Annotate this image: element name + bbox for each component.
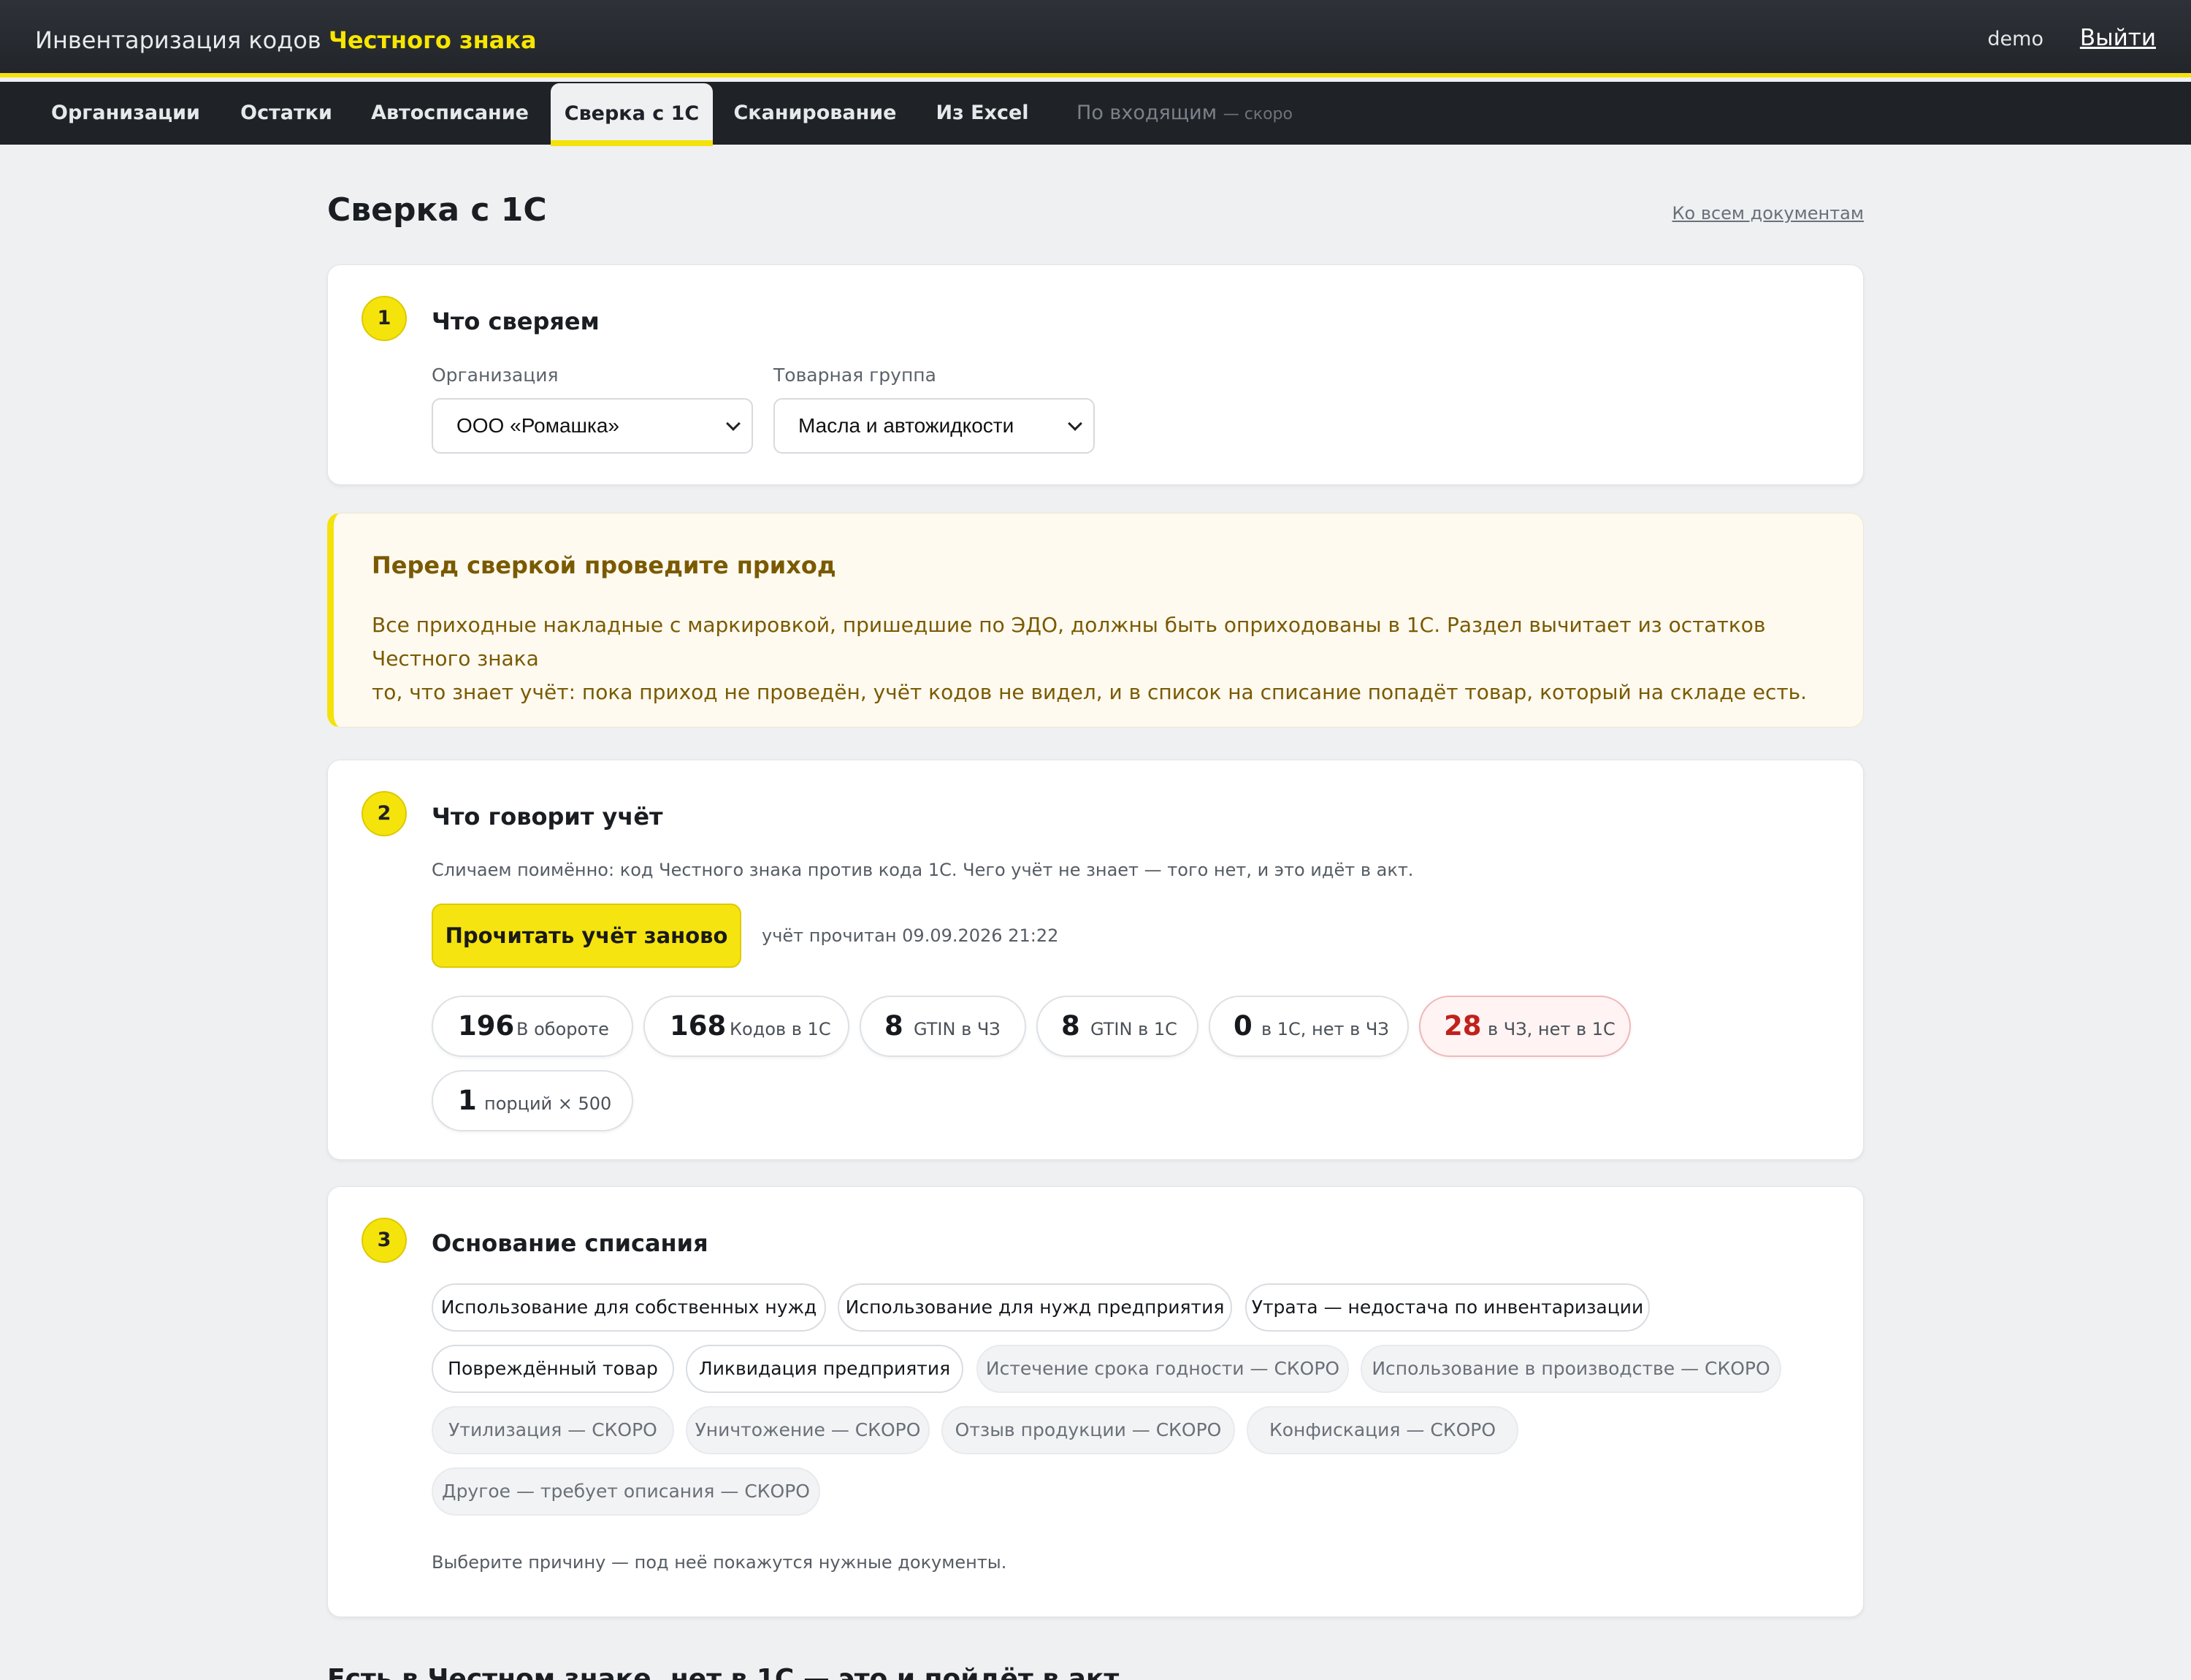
tab-auto-writeoff[interactable]: Автосписание (368, 82, 532, 145)
tab-from-excel[interactable]: Из Excel (929, 82, 1036, 145)
chevron-down-icon (1068, 416, 1082, 431)
step1-badge: 1 (362, 296, 407, 341)
stat-value: 8 (1061, 1010, 1080, 1042)
stat-label: в 1С, нет в ЧЗ (1261, 1019, 1389, 1039)
product-group-label: Товарная группа (773, 364, 936, 386)
tab-incoming-soon: — скоро (1223, 105, 1293, 123)
top-bar: Инвентаризация кодов Честного знака demo… (0, 0, 2191, 77)
tab-reconcile-1c[interactable]: Сверка с 1С (551, 83, 713, 146)
step2-card: 2 Что говорит учёт Сличаем поимённо: код… (327, 760, 1864, 1160)
current-user: demo (1987, 28, 2043, 50)
stat-portions: 1 порций × 500 (432, 1070, 633, 1131)
stat-label: в ЧЗ, нет в 1С (1488, 1019, 1615, 1039)
product-group-select-value: Масла и автожидкости (798, 414, 1014, 437)
stat-label: GTIN в 1С (1090, 1019, 1177, 1039)
reason-other-soon: Другое — требует описания — СКОРО (432, 1467, 820, 1516)
organization-select[interactable]: ООО «Ромашка» (432, 398, 753, 454)
stat-label: В обороте (516, 1019, 609, 1039)
stat-value: 0 (1234, 1010, 1253, 1042)
reason-liquidation[interactable]: Ликвидация предприятия (686, 1345, 963, 1393)
step1-card: 1 Что сверяем Организация ООО «Ромашка» … (327, 264, 1864, 485)
organization-select-value: ООО «Ромашка» (456, 414, 620, 437)
main-tabs: Организации Остатки Автосписание Сверка … (0, 82, 2191, 146)
tab-incoming: По входящим — скоро (1075, 82, 1294, 145)
reason-expiry-soon: Истечение срока годности — СКОРО (976, 1345, 1349, 1393)
read-status: учёт прочитан 09.09.2026 21:22 (762, 925, 1059, 946)
reason-hint: Выберите причину — под неё покажутся нуж… (432, 1552, 1007, 1573)
stat-in-chz-not-1c: 28 в ЧЗ, нет в 1С (1419, 996, 1631, 1057)
organization-label: Организация (432, 364, 559, 386)
reason-production-soon: Использование в производстве — СКОРО (1361, 1345, 1781, 1393)
stat-value: 1 (458, 1085, 477, 1116)
stat-value: 28 (1444, 1010, 1482, 1042)
next-section-title: Есть в Честном знаке, нет в 1С — это и п… (327, 1664, 1120, 1680)
reason-damaged[interactable]: Повреждённый товар (432, 1345, 674, 1393)
chevron-down-icon (726, 416, 741, 431)
logout-link[interactable]: Выйти (2080, 25, 2156, 51)
tab-scanning[interactable]: Сканирование (730, 82, 900, 145)
warning-line-2: то, что знает учёт: пока приход не прове… (372, 680, 1808, 704)
stat-value: 196 (458, 1010, 515, 1042)
product-group-select[interactable]: Масла и автожидкости (773, 398, 1095, 454)
stat-in-1c-not-chz: 0 в 1С, нет в ЧЗ (1209, 996, 1409, 1057)
warning-text: Все приходные накладные с маркировкой, п… (372, 608, 1832, 709)
stat-label: порций × 500 (484, 1093, 612, 1114)
reason-recall-soon: Отзыв продукции — СКОРО (941, 1406, 1235, 1454)
app-title-prefix: Инвентаризация кодов (35, 26, 329, 54)
warning-line-1: Все приходные накладные с маркировкой, п… (372, 613, 1766, 671)
stat-value: 168 (670, 1010, 727, 1042)
reread-accounting-button[interactable]: Прочитать учёт заново (432, 904, 741, 968)
step3-card: 3 Основание списания Использование для с… (327, 1186, 1864, 1617)
all-documents-link[interactable]: Ко всем документам (1672, 203, 1864, 224)
step2-badge: 2 (362, 791, 407, 836)
reason-disposal-soon: Утилизация — СКОРО (432, 1406, 674, 1454)
tab-incoming-label: По входящим (1077, 102, 1217, 124)
reason-own-needs[interactable]: Использование для собственных нужд (432, 1283, 826, 1332)
app-title: Инвентаризация кодов Честного знака (35, 26, 537, 54)
reason-loss-shortage[interactable]: Утрата — недостача по инвентаризации (1245, 1283, 1650, 1332)
reason-destruction-soon: Уничтожение — СКОРО (686, 1406, 930, 1454)
stat-codes-in-1c: 168 Кодов в 1С (643, 996, 849, 1057)
stat-label: Кодов в 1С (730, 1019, 831, 1039)
app-title-brand: Честного знака (328, 26, 537, 54)
step2-title: Что говорит учёт (432, 803, 663, 831)
reason-confiscation-soon: Конфискация — СКОРО (1247, 1406, 1518, 1454)
stat-in-circulation: 196 В обороте (432, 996, 633, 1057)
step3-title: Основание списания (432, 1229, 708, 1257)
warning-title: Перед сверкой проведите приход (372, 551, 836, 579)
reason-enterprise-needs[interactable]: Использование для нужд предприятия (838, 1283, 1232, 1332)
step1-title: Что сверяем (432, 308, 600, 335)
stat-label: GTIN в ЧЗ (914, 1019, 1001, 1039)
page-title: Сверка с 1С (327, 191, 547, 229)
receipt-warning: Перед сверкой проведите приход Все прихо… (327, 513, 1864, 728)
step2-description: Сличаем поимённо: код Честного знака про… (432, 860, 1414, 880)
tab-organizations[interactable]: Организации (45, 82, 206, 145)
step3-badge: 3 (362, 1218, 407, 1263)
tab-stock[interactable]: Остатки (232, 82, 340, 145)
stat-value: 8 (884, 1010, 903, 1042)
stat-gtin-in-chz: 8 GTIN в ЧЗ (860, 996, 1026, 1057)
stat-gtin-in-1c: 8 GTIN в 1С (1036, 996, 1198, 1057)
